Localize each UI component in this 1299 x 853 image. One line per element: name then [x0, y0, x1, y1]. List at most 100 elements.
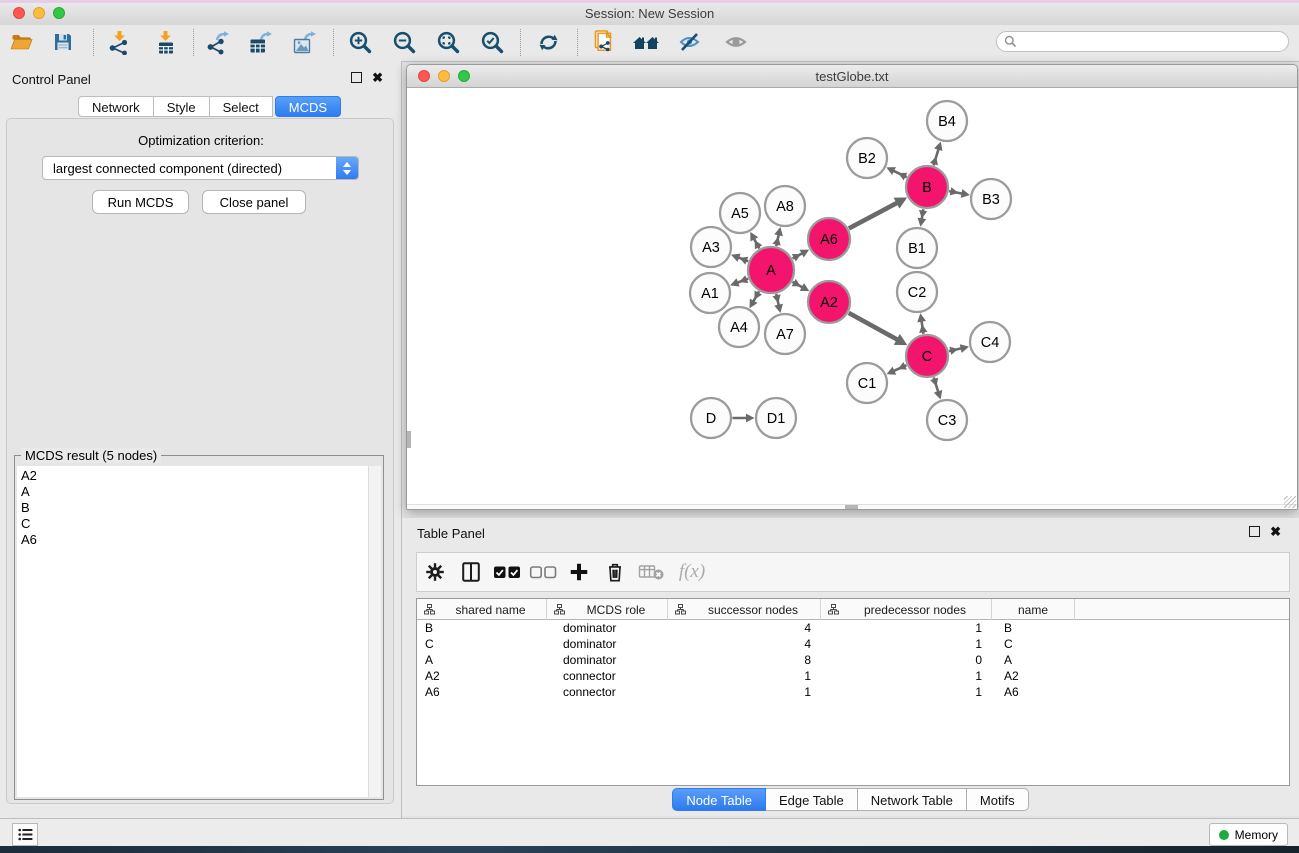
column-header-predecessor-nodes[interactable]: predecessor nodes [821, 599, 992, 620]
refresh-icon[interactable] [534, 28, 562, 56]
graph-edge-A-A4[interactable] [750, 291, 762, 309]
tab-network-table[interactable]: Network Table [858, 788, 967, 811]
network-canvas[interactable]: B4B2BB3A8A5A6A3B1AA1C2A2A4A7C4CC1C3DD1 [407, 88, 1297, 505]
add-column-icon[interactable] [561, 561, 597, 583]
column-header-shared-name[interactable]: shared name [417, 599, 547, 620]
cell-MCDS-role[interactable]: connector [547, 668, 668, 684]
graph-node-D1[interactable]: D1 [756, 398, 796, 438]
tab-motifs[interactable]: Motifs [967, 788, 1029, 811]
graph-node-B[interactable]: B [906, 166, 948, 208]
graph-node-C2[interactable]: C2 [897, 272, 937, 312]
cell-name[interactable]: A2 [992, 668, 1075, 684]
graph-edge-A-A7[interactable] [772, 294, 782, 313]
cell-shared-name[interactable]: A6 [417, 684, 547, 700]
zoom-selected-icon[interactable] [478, 28, 506, 56]
cell-predecessor-nodes[interactable]: 1 [821, 620, 992, 636]
houses-icon[interactable] [632, 28, 660, 56]
split-columns-icon[interactable] [453, 561, 489, 583]
table-row[interactable]: Adominator80A [417, 652, 1289, 668]
graph-node-C[interactable]: C [906, 335, 948, 377]
graph-edge-A-A2[interactable] [792, 279, 810, 291]
graph-node-B2[interactable]: B2 [847, 138, 887, 178]
table-row[interactable]: A6connector11A6 [417, 684, 1289, 700]
table-row[interactable]: A2connector11A2 [417, 668, 1289, 684]
cell-successor-nodes[interactable]: 4 [668, 636, 821, 652]
cell-shared-name[interactable]: C [417, 636, 547, 652]
mcds-result-item[interactable]: A [21, 484, 369, 500]
export-network-icon[interactable] [204, 28, 232, 56]
close-panel-icon[interactable]: ✖ [372, 73, 383, 82]
mcds-result-item[interactable]: A2 [21, 468, 369, 484]
import-network-icon[interactable] [105, 28, 133, 56]
graph-edge-A-A6[interactable] [792, 250, 809, 262]
cell-successor-nodes[interactable]: 4 [668, 620, 821, 636]
open-session-icon[interactable] [7, 28, 35, 56]
tab-network[interactable]: Network [78, 96, 154, 117]
graph-edge-C-C4[interactable] [949, 344, 969, 355]
close-panel-button[interactable]: Close panel [202, 190, 306, 214]
graph-node-B4[interactable]: B4 [927, 101, 967, 141]
deselect-all-checkboxes-icon[interactable] [525, 564, 561, 580]
cell-successor-nodes[interactable]: 8 [668, 652, 821, 668]
graph-node-A8[interactable]: A8 [765, 186, 805, 226]
cell-shared-name[interactable]: A2 [417, 668, 547, 684]
cell-successor-nodes[interactable]: 1 [668, 684, 821, 700]
mcds-result-item[interactable]: B [21, 500, 369, 516]
run-mcds-button[interactable]: Run MCDS [92, 190, 189, 214]
cell-successor-nodes[interactable]: 1 [668, 668, 821, 684]
graph-edge-A-A5[interactable] [750, 232, 762, 249]
zoom-out-icon[interactable] [390, 28, 418, 56]
cell-MCDS-role[interactable]: dominator [547, 652, 668, 668]
graph-node-D[interactable]: D [691, 398, 731, 438]
graph-node-A4[interactable]: A4 [719, 307, 759, 347]
tab-edge-table[interactable]: Edge Table [766, 788, 858, 811]
graph-edge-B-B2[interactable] [886, 167, 907, 180]
show-eye-icon[interactable] [722, 28, 750, 56]
cell-name[interactable]: B [992, 620, 1075, 636]
graph-node-C4[interactable]: C4 [970, 322, 1010, 362]
export-table-icon[interactable] [246, 28, 274, 56]
hide-graphics-details-icon[interactable] [676, 28, 704, 56]
graph-node-A3[interactable]: A3 [691, 227, 731, 267]
cell-shared-name[interactable]: B [417, 620, 547, 636]
graph-edge-B-B4[interactable] [930, 142, 943, 166]
graph-edge-A-A8[interactable] [772, 227, 782, 246]
export-image-icon[interactable] [290, 28, 318, 56]
memory-button[interactable]: Memory [1209, 823, 1288, 846]
result-scrollbar[interactable] [368, 466, 381, 797]
mcds-result-item[interactable]: A6 [21, 532, 369, 548]
window-resize-grip[interactable] [1284, 496, 1296, 508]
cell-predecessor-nodes[interactable]: 1 [821, 668, 992, 684]
graph-edge-C-C2[interactable] [917, 313, 927, 334]
graph-edge-C-C1[interactable] [887, 362, 907, 375]
cell-shared-name[interactable]: A [417, 652, 547, 668]
new-network-from-selection-icon[interactable] [590, 28, 618, 56]
graph-node-A7[interactable]: A7 [765, 314, 805, 354]
delete-table-icon[interactable] [633, 562, 669, 582]
mcds-result-item[interactable]: C [21, 516, 369, 532]
table-row[interactable]: Bdominator41B [417, 620, 1289, 636]
graph-edge-B-B1[interactable] [917, 209, 927, 227]
graph-node-B1[interactable]: B1 [897, 228, 937, 268]
float-panel-icon[interactable] [351, 72, 362, 83]
graph-node-A6[interactable]: A6 [808, 218, 850, 260]
column-header-name[interactable]: name [992, 599, 1075, 620]
tab-node-table[interactable]: Node Table [672, 788, 766, 811]
cell-predecessor-nodes[interactable]: 1 [821, 684, 992, 700]
graph-node-A5[interactable]: A5 [720, 193, 760, 233]
save-session-icon[interactable] [49, 28, 77, 56]
tab-mcds[interactable]: MCDS [275, 96, 341, 117]
graph-node-A2[interactable]: A2 [808, 281, 850, 323]
graph-node-C3[interactable]: C3 [927, 400, 967, 440]
tab-select[interactable]: Select [210, 96, 273, 117]
search-input[interactable] [1021, 34, 1288, 50]
graph-edge-B-B3[interactable] [949, 187, 970, 198]
graph-edge-A2-C[interactable] [849, 313, 908, 345]
network-window-titlebar[interactable]: testGlobe.txt [407, 65, 1297, 88]
delete-column-icon[interactable] [597, 561, 633, 583]
cell-name[interactable]: A6 [992, 684, 1075, 700]
cell-predecessor-nodes[interactable]: 1 [821, 636, 992, 652]
graph-node-B3[interactable]: B3 [971, 179, 1011, 219]
network-horizontal-scrollbar[interactable] [407, 504, 1297, 509]
settings-gear-icon[interactable] [417, 561, 453, 583]
